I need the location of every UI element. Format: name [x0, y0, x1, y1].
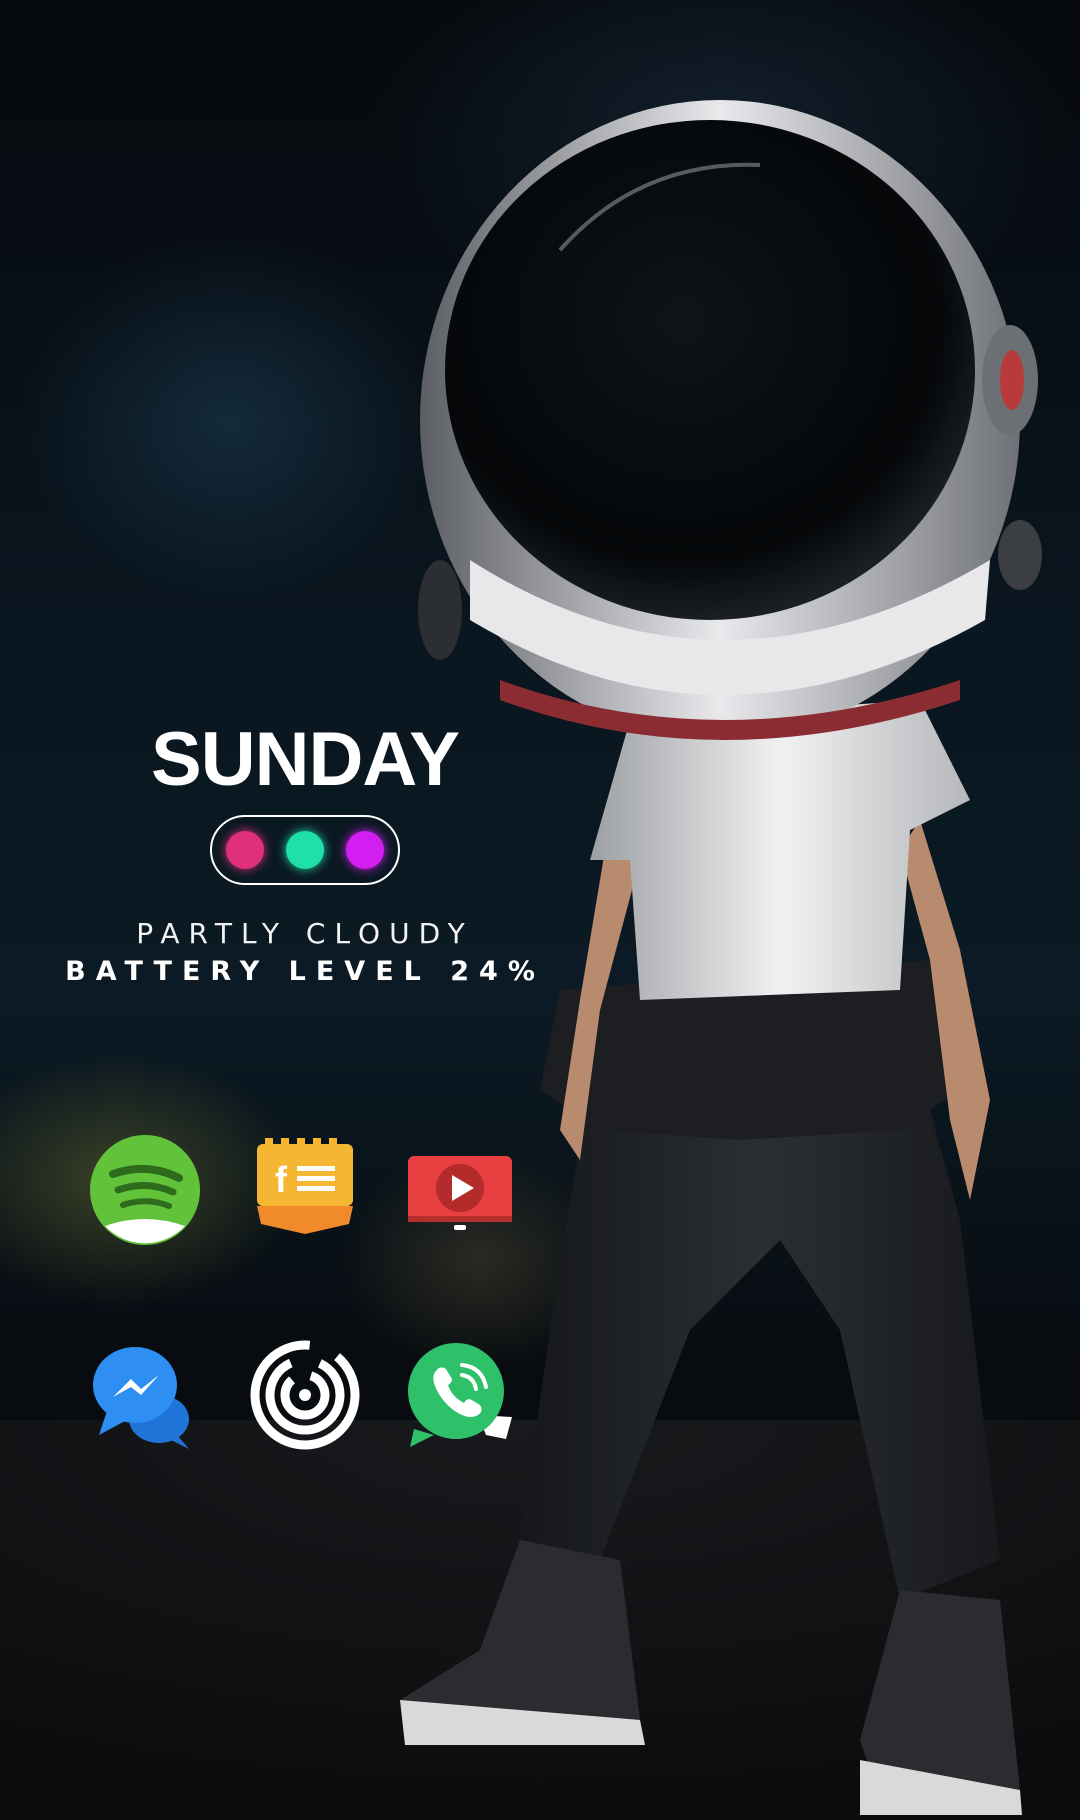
battery-text: BATTERY LEVEL 24%: [65, 956, 545, 987]
spotify-icon: [90, 1135, 200, 1245]
messenger-icon: [93, 1347, 189, 1449]
facebook-news-icon: f: [257, 1138, 353, 1234]
day-label: SUNDAY: [151, 717, 460, 802]
youtube-app[interactable]: [400, 1130, 520, 1250]
clock-weather-widget[interactable]: SUNDAY PARTLY CLOUDY BATTERY LEVEL 24%: [50, 715, 560, 989]
svg-text:f: f: [275, 1159, 288, 1200]
youtube-tv-icon: [408, 1156, 512, 1230]
fingerprint-maze-icon: [250, 1340, 360, 1450]
dot-purple: [346, 831, 384, 869]
whatsapp-app[interactable]: [400, 1335, 520, 1455]
messenger-app[interactable]: [85, 1335, 205, 1455]
maze-app[interactable]: [245, 1335, 365, 1455]
dot-pink: [226, 831, 264, 869]
color-dots-pill: [210, 815, 400, 885]
dot-green: [286, 831, 324, 869]
weather-text: PARTLY CLOUDY: [136, 917, 474, 950]
whatsapp-icon: [408, 1343, 512, 1447]
spotify-app[interactable]: [85, 1130, 205, 1250]
facebook-news-app[interactable]: f: [245, 1130, 365, 1250]
